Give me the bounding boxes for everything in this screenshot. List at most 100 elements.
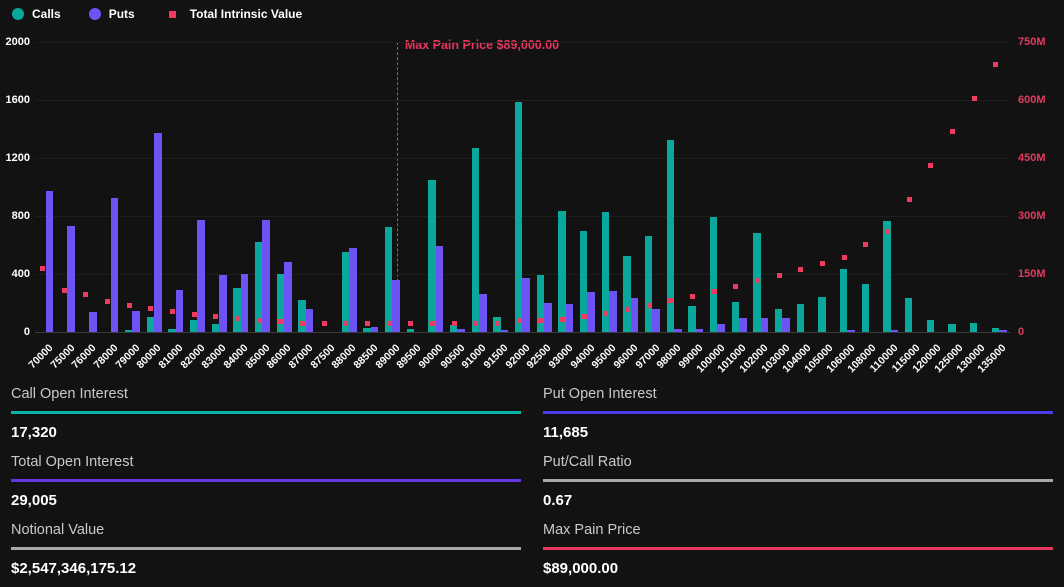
legend-item-calls[interactable]: Calls — [12, 7, 61, 21]
calls-bar[interactable] — [407, 329, 414, 332]
legend-item-puts[interactable]: Puts — [89, 7, 135, 21]
puts-bar[interactable] — [306, 309, 313, 332]
puts-bar[interactable] — [197, 220, 204, 332]
intrinsic-value-point[interactable] — [257, 318, 262, 323]
puts-bar[interactable] — [631, 298, 638, 332]
intrinsic-value-point[interactable] — [40, 266, 45, 271]
puts-bar[interactable] — [241, 274, 248, 332]
calls-bar[interactable] — [883, 221, 890, 332]
intrinsic-value-point[interactable] — [712, 289, 717, 294]
puts-bar[interactable] — [89, 312, 96, 332]
puts-bar[interactable] — [176, 290, 183, 332]
calls-bar[interactable] — [363, 328, 370, 332]
calls-bar[interactable] — [688, 306, 695, 332]
puts-bar[interactable] — [696, 329, 703, 332]
calls-bar[interactable] — [428, 180, 435, 332]
intrinsic-value-point[interactable] — [495, 321, 500, 326]
calls-bar[interactable] — [775, 309, 782, 332]
intrinsic-value-point[interactable] — [365, 321, 370, 326]
intrinsic-value-point[interactable] — [820, 261, 825, 266]
calls-bar[interactable] — [818, 297, 825, 332]
puts-bar[interactable] — [501, 330, 508, 332]
intrinsic-value-point[interactable] — [582, 314, 587, 319]
calls-bar[interactable] — [558, 211, 565, 332]
calls-bar[interactable] — [212, 324, 219, 332]
intrinsic-value-point[interactable] — [733, 284, 738, 289]
intrinsic-value-point[interactable] — [148, 306, 153, 311]
puts-bar[interactable] — [219, 275, 226, 332]
puts-bar[interactable] — [566, 304, 573, 332]
intrinsic-value-point[interactable] — [83, 292, 88, 297]
intrinsic-value-point[interactable] — [863, 242, 868, 247]
calls-bar[interactable] — [168, 329, 175, 332]
puts-bar[interactable] — [154, 133, 161, 332]
puts-bar[interactable] — [111, 198, 118, 332]
puts-bar[interactable] — [522, 278, 529, 332]
puts-bar[interactable] — [609, 291, 616, 332]
intrinsic-value-point[interactable] — [603, 311, 608, 316]
legend-item-intrinsic-value[interactable]: Total Intrinsic Value — [163, 7, 302, 21]
intrinsic-value-point[interactable] — [192, 312, 197, 317]
puts-bar[interactable] — [392, 280, 399, 332]
puts-bar[interactable] — [891, 330, 898, 332]
puts-bar[interactable] — [284, 262, 291, 332]
intrinsic-value-point[interactable] — [430, 321, 435, 326]
calls-bar[interactable] — [385, 227, 392, 332]
puts-bar[interactable] — [46, 191, 53, 332]
puts-bar[interactable] — [847, 330, 854, 332]
puts-bar[interactable] — [132, 311, 139, 332]
calls-bar[interactable] — [992, 328, 999, 332]
intrinsic-value-point[interactable] — [993, 62, 998, 67]
intrinsic-value-point[interactable] — [972, 96, 977, 101]
puts-bar[interactable] — [544, 303, 551, 332]
calls-bar[interactable] — [147, 317, 154, 332]
puts-bar[interactable] — [674, 329, 681, 332]
intrinsic-value-point[interactable] — [213, 314, 218, 319]
intrinsic-value-point[interactable] — [885, 229, 890, 234]
calls-bar[interactable] — [645, 236, 652, 332]
intrinsic-value-point[interactable] — [105, 299, 110, 304]
intrinsic-value-point[interactable] — [235, 316, 240, 321]
intrinsic-value-point[interactable] — [755, 278, 760, 283]
intrinsic-value-point[interactable] — [907, 197, 912, 202]
calls-bar[interactable] — [905, 298, 912, 332]
calls-bar[interactable] — [732, 302, 739, 332]
intrinsic-value-point[interactable] — [647, 303, 652, 308]
calls-bar[interactable] — [970, 323, 977, 332]
calls-bar[interactable] — [342, 252, 349, 332]
calls-bar[interactable] — [190, 320, 197, 332]
intrinsic-value-point[interactable] — [278, 319, 283, 324]
puts-bar[interactable] — [761, 318, 768, 332]
intrinsic-value-point[interactable] — [668, 298, 673, 303]
calls-bar[interactable] — [927, 320, 934, 332]
intrinsic-value-point[interactable] — [343, 321, 348, 326]
intrinsic-value-point[interactable] — [950, 129, 955, 134]
calls-bar[interactable] — [125, 330, 132, 332]
intrinsic-value-point[interactable] — [127, 303, 132, 308]
calls-bar[interactable] — [233, 288, 240, 332]
intrinsic-value-point[interactable] — [300, 321, 305, 326]
calls-bar[interactable] — [623, 256, 630, 332]
intrinsic-value-point[interactable] — [408, 321, 413, 326]
calls-bar[interactable] — [515, 102, 522, 332]
puts-bar[interactable] — [739, 318, 746, 332]
puts-bar[interactable] — [349, 248, 356, 332]
calls-bar[interactable] — [472, 148, 479, 332]
calls-bar[interactable] — [710, 217, 717, 332]
calls-bar[interactable] — [840, 269, 847, 332]
intrinsic-value-point[interactable] — [517, 318, 522, 323]
intrinsic-value-point[interactable] — [538, 318, 543, 323]
intrinsic-value-point[interactable] — [452, 321, 457, 326]
puts-bar[interactable] — [67, 226, 74, 332]
calls-bar[interactable] — [797, 304, 804, 332]
puts-bar[interactable] — [587, 292, 594, 332]
puts-bar[interactable] — [782, 318, 789, 332]
calls-bar[interactable] — [298, 300, 305, 332]
intrinsic-value-point[interactable] — [690, 294, 695, 299]
intrinsic-value-point[interactable] — [62, 288, 67, 293]
intrinsic-value-point[interactable] — [560, 317, 565, 322]
calls-bar[interactable] — [948, 324, 955, 332]
intrinsic-value-point[interactable] — [387, 321, 392, 326]
calls-bar[interactable] — [537, 275, 544, 332]
intrinsic-value-point[interactable] — [625, 307, 630, 312]
